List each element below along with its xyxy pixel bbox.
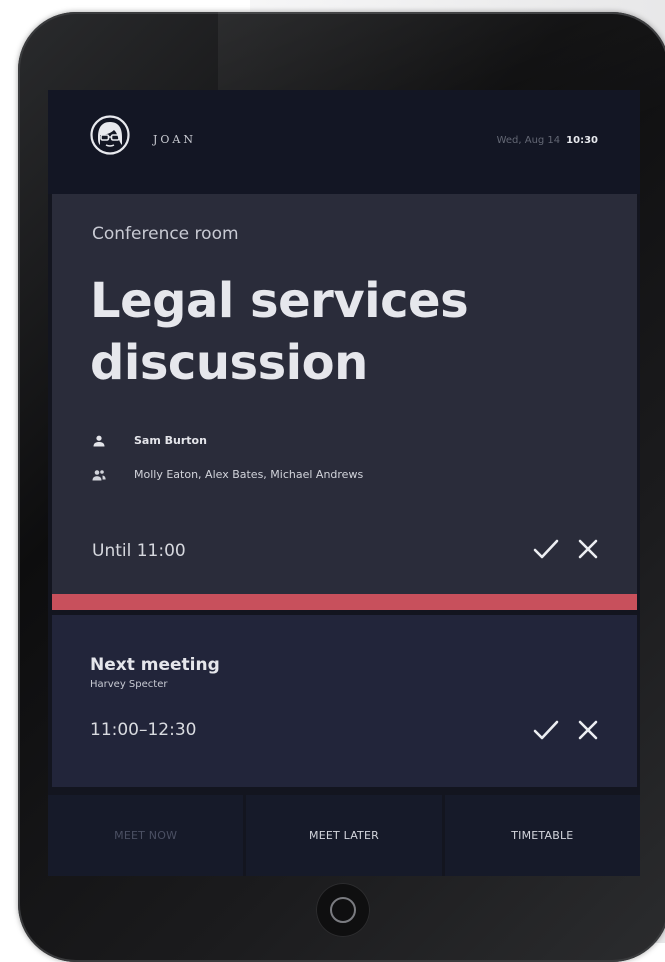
cancel-x-icon[interactable] [577, 719, 599, 741]
current-time: 10:30 [566, 135, 598, 146]
home-button-ring [330, 897, 356, 923]
meeting-end-time: Until 11:00 [92, 541, 186, 561]
screen: JOAN Wed, Aug 14 10:30 Conference room Le… [48, 90, 640, 876]
joan-logo-icon [90, 115, 130, 155]
cancel-x-icon[interactable] [577, 538, 599, 560]
brand-name: JOAN [153, 133, 196, 146]
organizer-row: Sam Burton [92, 434, 207, 447]
busy-status-bar [52, 594, 637, 610]
date-time: Wed, Aug 14 10:30 [497, 135, 598, 146]
next-meeting-actions [533, 719, 599, 741]
room-name: Conference room [92, 224, 239, 244]
confirm-check-icon[interactable] [533, 719, 559, 741]
attendee-list: Molly Eaton, Alex Bates, Michael Andrews [134, 468, 364, 481]
meet-now-button[interactable]: MEET NOW [48, 795, 244, 876]
meet-later-button[interactable]: MEET LATER [246, 795, 442, 876]
header: JOAN Wed, Aug 14 10:30 [48, 90, 640, 194]
confirm-check-icon[interactable] [533, 538, 559, 560]
current-meeting-card: Conference room Legal services discussio… [52, 194, 637, 594]
meeting-title: Legal services discussion [90, 273, 469, 391]
next-meeting-label: Next meeting [90, 655, 220, 675]
current-date: Wed, Aug 14 [496, 135, 561, 146]
current-meeting-actions [533, 538, 599, 560]
home-button[interactable] [316, 883, 370, 937]
person-icon [93, 435, 105, 446]
attendees-row: Molly Eaton, Alex Bates, Michael Andrews [92, 468, 363, 481]
next-meeting-time: 11:00–12:30 [90, 720, 197, 740]
next-meeting-organizer: Harvey Specter [90, 679, 168, 690]
footer-actions: MEET NOW MEET LATER TIMETABLE [48, 795, 640, 876]
organizer-name: Sam Burton [134, 434, 207, 447]
next-meeting-card: Next meeting Harvey Specter 11:00–12:30 [52, 615, 637, 787]
group-icon [92, 469, 106, 480]
timetable-button[interactable]: TIMETABLE [444, 795, 640, 876]
